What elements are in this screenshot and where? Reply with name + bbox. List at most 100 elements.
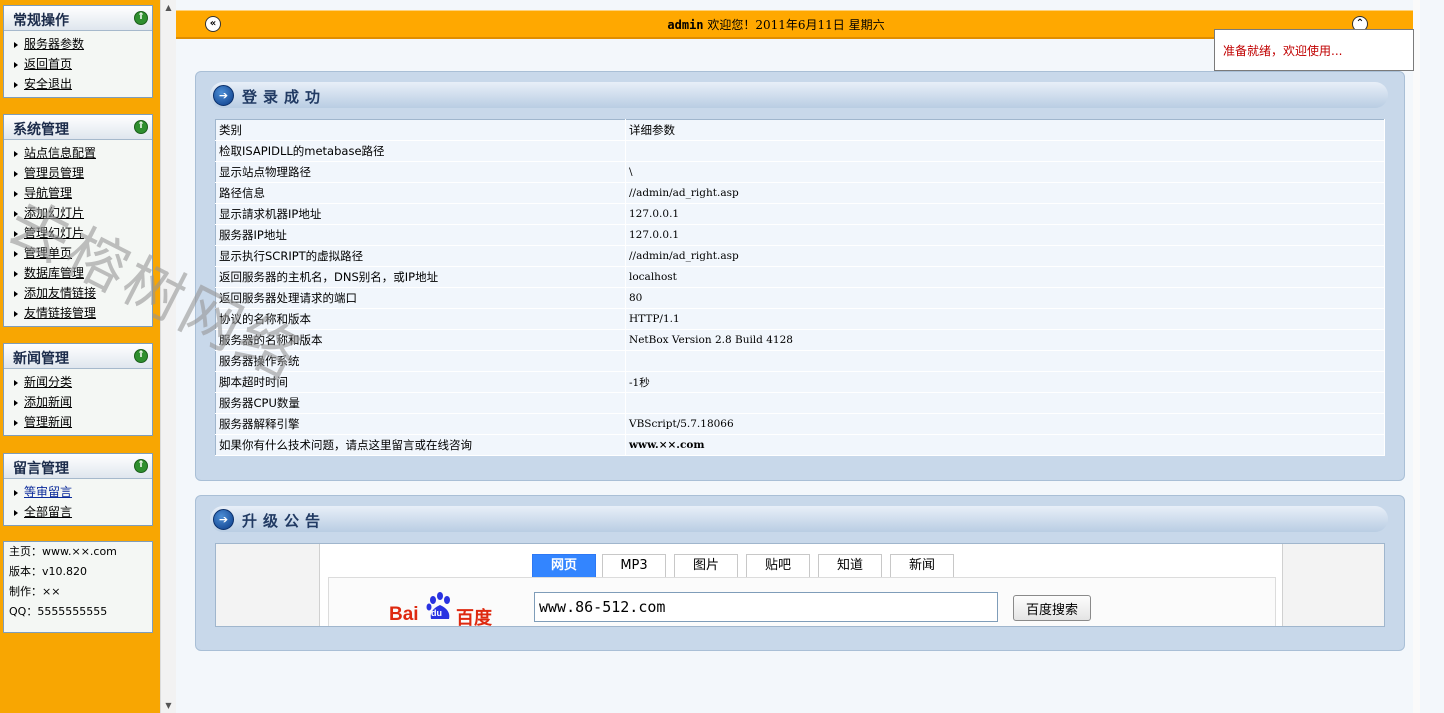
sidebar-link[interactable]: 安全退出 — [24, 77, 72, 91]
sidebar-link[interactable]: 服务器参数 — [24, 37, 84, 51]
table-header-row: 类别 详细参数 — [215, 119, 1385, 141]
sidebar-item-admins[interactable]: 管理员管理 — [4, 163, 152, 183]
param-name: 服务器操作系统 — [215, 350, 626, 372]
scroll-down-icon[interactable]: ▼ — [161, 698, 176, 713]
param-name: 显示請求机器IP地址 — [215, 203, 626, 225]
section-title: 升级公告 — [242, 512, 327, 530]
tab-zhidao[interactable]: 知道 — [818, 554, 882, 577]
arrow-icon — [14, 41, 18, 48]
table-row[interactable]: 如果你有什么技术问题，请点这里留言或在线咨询 www.××.com — [215, 434, 1385, 456]
sidebar-link[interactable]: 管理员管理 — [24, 166, 84, 180]
collapse-icon[interactable]: ⇑ — [134, 459, 148, 473]
sidebar-link[interactable]: 管理新闻 — [24, 415, 72, 429]
section-header: ➔ 升级公告 — [210, 506, 1388, 532]
panel-header[interactable]: 留言管理 ⇑ — [4, 454, 152, 479]
sidebar: 常规操作 ⇑ 服务器参数 返回首页 安全退出 系统管理 ⇑ 站点信息配置 管理员… — [0, 0, 160, 713]
sidebar-item-manage-slides[interactable]: 管理幻灯片 — [4, 223, 152, 243]
sidebar-link[interactable]: 导航管理 — [24, 186, 72, 200]
table-row: 显示請求机器IP地址 127.0.0.1 — [215, 203, 1385, 225]
param-value: localhost — [625, 266, 1385, 288]
sidebar-link[interactable]: 添加幻灯片 — [24, 206, 84, 220]
sidebar-item-news-category[interactable]: 新闻分类 — [4, 372, 152, 392]
panel-news: 新闻管理 ⇑ 新闻分类 添加新闻 管理新闻 — [3, 343, 153, 436]
tab-mp3[interactable]: MP3 — [602, 554, 666, 577]
sidebar-scrollbar[interactable]: ▲ ▼ — [160, 0, 176, 713]
arrow-icon — [14, 210, 18, 217]
info-version: 版本：v10.820 — [9, 565, 87, 578]
collapse-icon[interactable]: ⇑ — [134, 349, 148, 363]
sidebar-item-add-news[interactable]: 添加新闻 — [4, 392, 152, 412]
arrow-right-icon: ➔ — [213, 85, 234, 106]
baidu-search-button[interactable]: 百度搜索 — [1013, 595, 1091, 621]
table-row: 显示站点物理路径 \ — [215, 161, 1385, 183]
sidebar-item-home[interactable]: 返回首页 — [4, 54, 152, 74]
param-name: 服务器CPU数量 — [215, 392, 626, 414]
arrow-icon — [14, 489, 18, 496]
section-header: ➔ 登录成功 — [210, 82, 1388, 108]
main-content: « admin 欢迎您！2011年6月11日 星期六 ⌃ 准备就绪，欢迎使用..… — [176, 0, 1444, 713]
sidebar-item-add-link[interactable]: 添加友情链接 — [4, 283, 152, 303]
panel-header[interactable]: 新闻管理 ⇑ — [4, 344, 152, 369]
param-value: NetBox Version 2.8 Build 4128 — [625, 329, 1385, 351]
arrow-icon — [14, 190, 18, 197]
sidebar-link[interactable]: 等审留言 — [24, 485, 72, 499]
section-title: 登录成功 — [242, 88, 327, 106]
tab-web[interactable]: 网页 — [532, 554, 596, 582]
param-value — [625, 350, 1385, 372]
baidu-logo[interactable]: Bai du 百度 — [389, 592, 499, 626]
info-homepage: 主页：www.××.com — [9, 545, 117, 558]
param-name: 检取ISAPIDLL的metabase路径 — [215, 140, 626, 162]
arrow-icon — [14, 419, 18, 426]
sidebar-link[interactable]: 数据库管理 — [24, 266, 84, 280]
panel-header[interactable]: 常规操作 ⇑ — [4, 6, 152, 31]
table-row: 返回服务器处理请求的端口 80 — [215, 287, 1385, 309]
baidu-search-frame: 网页 MP3 图片 贴吧 知道 新闻 Bai du 百度 www.86-512.… — [215, 543, 1385, 627]
main-scrollbar[interactable] — [1413, 0, 1420, 713]
sidebar-link[interactable]: 友情链接管理 — [24, 306, 96, 320]
table-row: 检取ISAPIDLL的metabase路径 — [215, 140, 1385, 162]
site-info-panel: 主页：www.××.com 版本：v10.820 制作：×× QQ：555555… — [3, 541, 153, 633]
sidebar-item-pending-messages[interactable]: 等审留言 — [4, 482, 152, 502]
sidebar-item-manage-links[interactable]: 友情链接管理 — [4, 303, 152, 323]
param-name: 如果你有什么技术问题，请点这里留言或在线咨询 — [215, 434, 626, 456]
panel-title: 新闻管理 — [13, 351, 69, 367]
param-value: 127.0.0.1 — [625, 203, 1385, 225]
sidebar-link[interactable]: 添加新闻 — [24, 395, 72, 409]
sidebar-item-all-messages[interactable]: 全部留言 — [4, 502, 152, 522]
search-input[interactable] — [534, 592, 998, 622]
sidebar-link[interactable]: 添加友情链接 — [24, 286, 96, 300]
sidebar-item-logout[interactable]: 安全退出 — [4, 74, 152, 94]
sidebar-item-manage-news[interactable]: 管理新闻 — [4, 412, 152, 432]
sidebar-link[interactable]: 返回首页 — [24, 57, 72, 71]
sidebar-item-add-slide[interactable]: 添加幻灯片 — [4, 203, 152, 223]
collapse-icon[interactable]: ⇑ — [134, 120, 148, 134]
sidebar-item-pages[interactable]: 管理单页 — [4, 243, 152, 263]
table-row: 服务器解释引擎 VBScript/5.7.18066 — [215, 413, 1385, 435]
arrow-icon — [14, 399, 18, 406]
tab-tieba[interactable]: 贴吧 — [746, 554, 810, 577]
sidebar-link[interactable]: 管理幻灯片 — [24, 226, 84, 240]
sidebar-link[interactable]: 管理单页 — [24, 246, 72, 260]
scroll-up-icon[interactable]: ▲ — [161, 0, 176, 15]
sidebar-item-nav[interactable]: 导航管理 — [4, 183, 152, 203]
sidebar-item-site-config[interactable]: 站点信息配置 — [4, 143, 152, 163]
param-name: 路径信息 — [215, 182, 626, 204]
arrow-icon — [14, 61, 18, 68]
sidebar-link[interactable]: 全部留言 — [24, 505, 72, 519]
search-area: Bai du 百度 百度搜索 — [328, 577, 1276, 626]
sidebar-link[interactable]: 新闻分类 — [24, 375, 72, 389]
panel-header[interactable]: 系统管理 ⇑ — [4, 115, 152, 140]
table-row: 服务器CPU数量 — [215, 392, 1385, 414]
param-value: //admin/ad_right.asp — [625, 245, 1385, 267]
param-value: 127.0.0.1 — [625, 224, 1385, 246]
sidebar-item-database[interactable]: 数据库管理 — [4, 263, 152, 283]
tab-images[interactable]: 图片 — [674, 554, 738, 577]
sidebar-item-server-params[interactable]: 服务器参数 — [4, 34, 152, 54]
param-name: 协议的名称和版本 — [215, 308, 626, 330]
tab-news[interactable]: 新闻 — [890, 554, 954, 577]
param-value: 80 — [625, 287, 1385, 309]
logo-du: du — [431, 608, 442, 618]
sidebar-link[interactable]: 站点信息配置 — [24, 146, 96, 160]
collapse-icon[interactable]: ⇑ — [134, 11, 148, 25]
column-header: 类别 — [215, 119, 626, 141]
